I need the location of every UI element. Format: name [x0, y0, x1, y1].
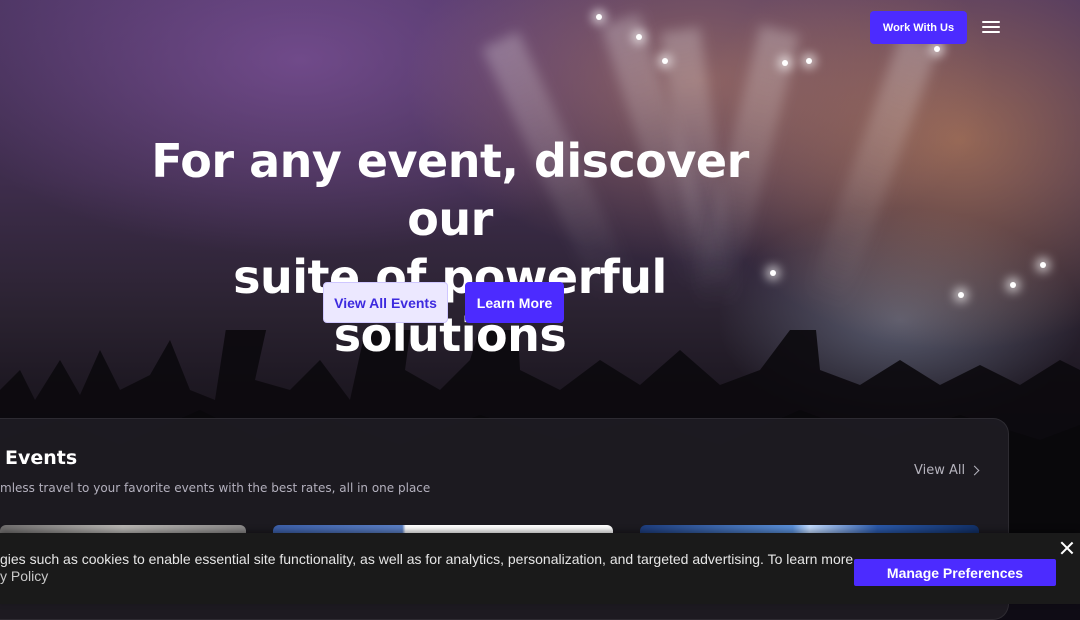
privacy-policy-link[interactable]: y Policy [0, 568, 840, 585]
view-all-events-button[interactable]: View All Events [323, 282, 448, 323]
close-icon[interactable] [1060, 541, 1074, 555]
hero-title-line-1: For any event, discover our [151, 134, 749, 246]
manage-preferences-button[interactable]: Manage Preferences [854, 559, 1056, 586]
hamburger-menu-icon[interactable] [982, 18, 1000, 34]
cookie-banner-text: gies such as cookies to enable essential… [0, 551, 857, 585]
view-all-link[interactable]: View All [914, 463, 980, 478]
events-section-title: Events [5, 447, 78, 469]
cookie-text-line-1: gies such as cookies to enable essential… [0, 551, 858, 567]
hero-title-line-2: suite of powerful solutions [233, 250, 667, 362]
view-all-label: View All [914, 463, 966, 478]
chevron-right-icon [969, 465, 980, 476]
hero-title: For any event, discover our suite of pow… [110, 132, 790, 364]
work-with-us-button[interactable]: Work With Us [870, 11, 967, 44]
learn-more-button[interactable]: Learn More [465, 282, 564, 323]
events-section-subtitle: mless travel to your favorite events wit… [0, 481, 431, 495]
